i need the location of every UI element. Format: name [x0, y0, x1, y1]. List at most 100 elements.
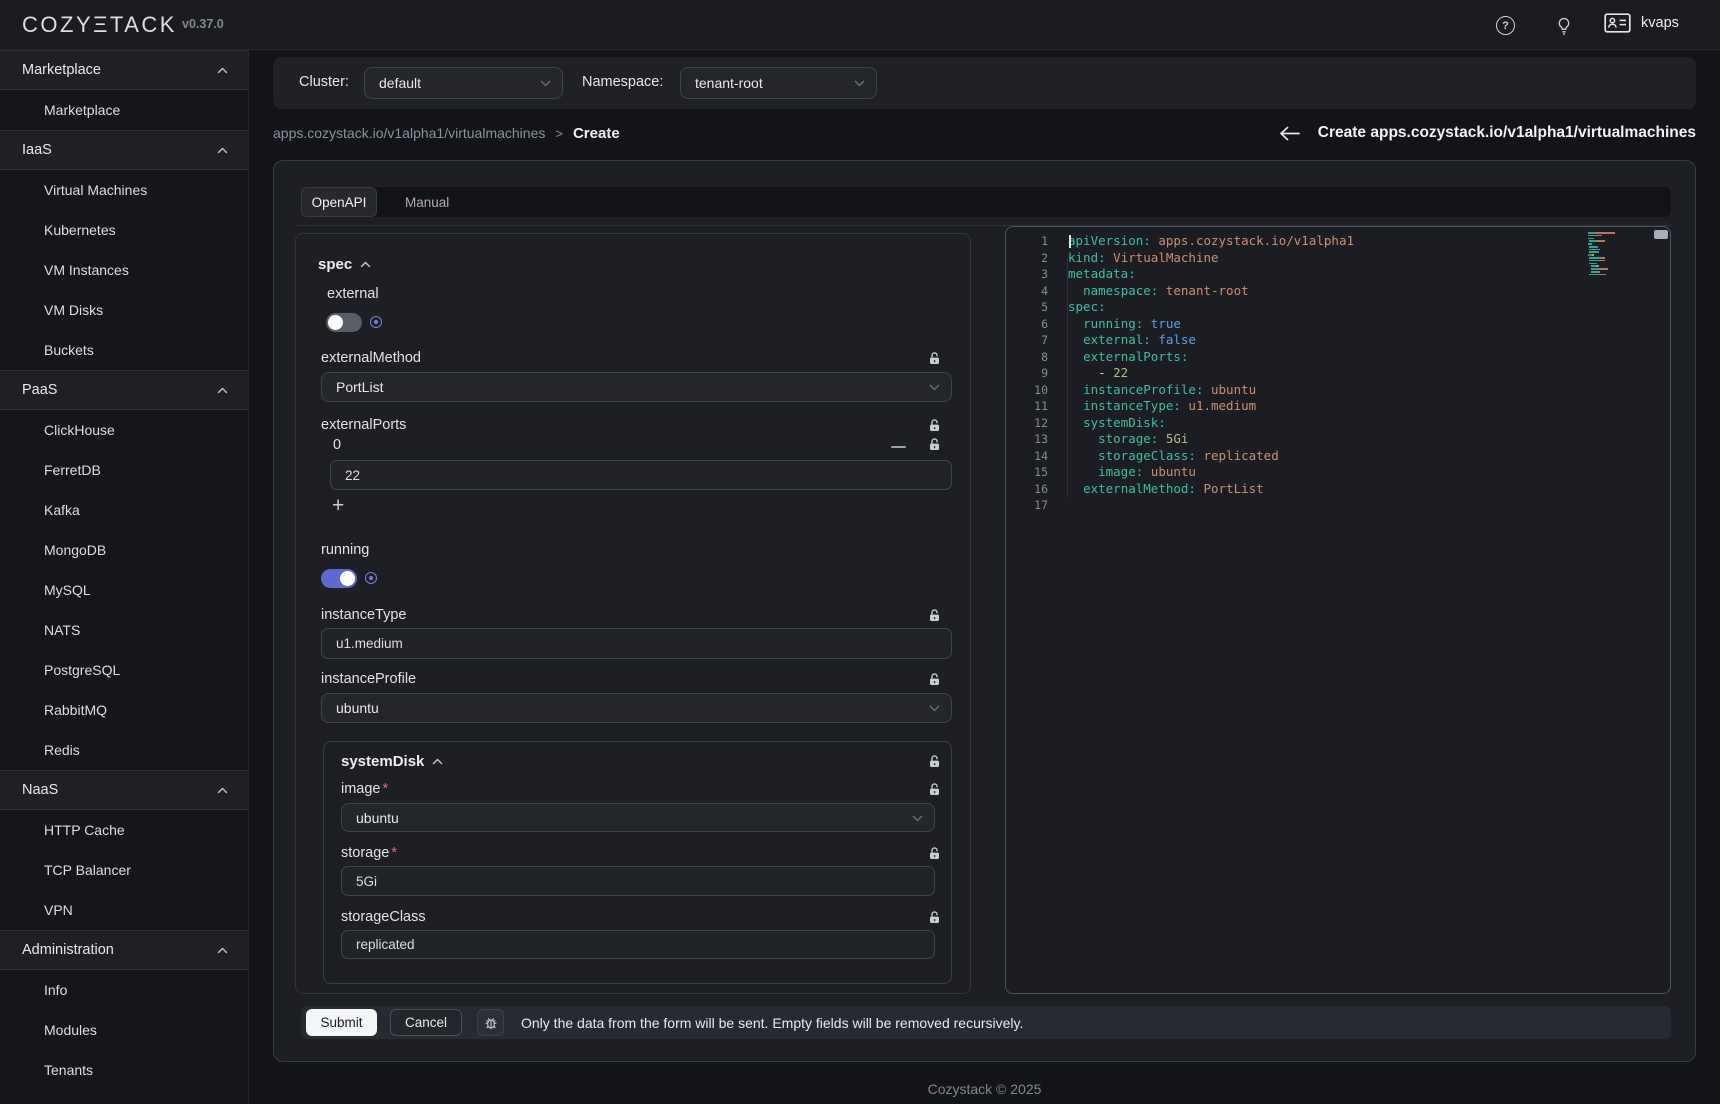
code-line[interactable]: 14 storageClass: replicated: [1006, 448, 1670, 465]
sidebar-section-marketplace[interactable]: Marketplace: [0, 50, 248, 90]
external-toggle[interactable]: [326, 313, 362, 332]
unlock-icon[interactable]: [928, 352, 941, 365]
code-line[interactable]: 3metadata:: [1006, 266, 1670, 283]
code-line[interactable]: 6 running: true: [1006, 316, 1670, 333]
user-menu[interactable]: kvaps: [1604, 13, 1679, 33]
sidebar-item-virtual-machines[interactable]: Virtual Machines: [0, 170, 248, 210]
sidebar-item-postgresql[interactable]: PostgreSQL: [0, 650, 248, 690]
systemDisk-section-toggle[interactable]: systemDisk: [341, 753, 928, 770]
line-number: 2: [1006, 250, 1048, 267]
sidebar-item-kubernetes[interactable]: Kubernetes: [0, 210, 248, 250]
code-line[interactable]: 2kind: VirtualMachine: [1006, 250, 1670, 267]
chevron-up-icon: [217, 387, 228, 394]
code-line[interactable]: 17: [1006, 497, 1670, 514]
tab-openapi[interactable]: OpenAPI: [301, 187, 377, 217]
code-line[interactable]: 11 instanceType: u1.medium: [1006, 398, 1670, 415]
sidebar-item-ferretdb[interactable]: FerretDB: [0, 450, 248, 490]
cancel-button[interactable]: Cancel: [390, 1009, 462, 1036]
default-indicator-icon[interactable]: [370, 316, 382, 328]
sidebar-item-vpn[interactable]: VPN: [0, 890, 248, 930]
version-badge: v0.37.0: [182, 17, 224, 31]
sidebar-item-vm-instances[interactable]: VM Instances: [0, 250, 248, 290]
storage-input[interactable]: [341, 866, 935, 896]
unlock-icon[interactable]: [928, 847, 941, 860]
code-line[interactable]: 13 storage: 5Gi: [1006, 431, 1670, 448]
code-line[interactable]: 16 externalMethod: PortList: [1006, 481, 1670, 498]
unlock-icon[interactable]: [928, 783, 941, 796]
yaml-editor[interactable]: 1apiVersion: apps.cozystack.io/v1alpha12…: [1005, 226, 1671, 994]
breadcrumb-path-link[interactable]: apps.cozystack.io/v1alpha1/virtualmachin…: [273, 125, 545, 141]
code-line[interactable]: 4 namespace: tenant-root: [1006, 283, 1670, 300]
line-number: 13: [1006, 431, 1048, 448]
minimap[interactable]: [1588, 232, 1640, 279]
sidebar-item-mongodb[interactable]: MongoDB: [0, 530, 248, 570]
storageClass-input[interactable]: [341, 930, 935, 959]
image-select[interactable]: ubuntu: [341, 803, 935, 832]
sidebar-item-mysql[interactable]: MySQL: [0, 570, 248, 610]
sidebar-section-paas[interactable]: PaaS: [0, 370, 248, 410]
chevron-up-icon: [217, 67, 228, 74]
sidebar-item-marketplace[interactable]: Marketplace: [0, 90, 248, 130]
unlock-icon[interactable]: [928, 673, 941, 686]
unlock-icon[interactable]: [928, 609, 941, 622]
line-number: 7: [1006, 332, 1048, 349]
cluster-select[interactable]: default: [364, 67, 563, 99]
debug-button[interactable]: [477, 1009, 504, 1036]
externalMethod-select[interactable]: PortList: [321, 372, 952, 402]
submit-button[interactable]: Submit: [306, 1009, 377, 1036]
page-title-text: Create apps.cozystack.io/v1alpha1/virtua…: [1318, 124, 1696, 142]
line-number: 12: [1006, 415, 1048, 432]
code-line[interactable]: 7 external: false: [1006, 332, 1670, 349]
remove-port-button[interactable]: [891, 439, 906, 455]
unlock-icon[interactable]: [928, 755, 941, 768]
sidebar-item-rabbitmq[interactable]: RabbitMQ: [0, 690, 248, 730]
sidebar-item-kafka[interactable]: Kafka: [0, 490, 248, 530]
create-panel: OpenAPI Manual spec external externalMet…: [273, 160, 1696, 1062]
cluster-label: Cluster:: [299, 74, 349, 90]
code-line[interactable]: 8 externalPorts:: [1006, 349, 1670, 366]
sidebar-item-clickhouse[interactable]: ClickHouse: [0, 410, 248, 450]
unlock-icon[interactable]: [928, 911, 941, 924]
help-icon[interactable]: ?: [1496, 16, 1515, 35]
sidebar-section-naas[interactable]: NaaS: [0, 770, 248, 810]
unlock-icon[interactable]: [928, 419, 941, 432]
instanceProfile-select[interactable]: ubuntu: [321, 693, 952, 723]
sidebar-section-iaas[interactable]: IaaS: [0, 130, 248, 170]
id-card-icon: [1604, 13, 1631, 33]
sidebar-item-modules[interactable]: Modules: [0, 1010, 248, 1050]
default-indicator-icon[interactable]: [365, 572, 377, 584]
sidebar-item-tcp-balancer[interactable]: TCP Balancer: [0, 850, 248, 890]
sidebar-item-info[interactable]: Info: [0, 970, 248, 1010]
sidebar-item-buckets[interactable]: Buckets: [0, 330, 248, 370]
debug-icon: [483, 1015, 499, 1031]
externalPorts-item-input[interactable]: [330, 460, 952, 490]
namespace-select[interactable]: tenant-root: [680, 67, 877, 99]
breadcrumb: apps.cozystack.io/v1alpha1/virtualmachin…: [273, 120, 620, 146]
chevron-down-icon: [854, 80, 865, 87]
sidebar-item-tenants[interactable]: Tenants: [0, 1050, 248, 1090]
code-line[interactable]: 15 image: ubuntu: [1006, 464, 1670, 481]
sidebar-item-vm-disks[interactable]: VM Disks: [0, 290, 248, 330]
add-port-button[interactable]: +: [332, 496, 344, 516]
scrollbar-thumb[interactable]: [1654, 230, 1668, 239]
lightbulb-icon[interactable]: [1554, 16, 1574, 36]
openapi-form: spec external externalMethod PortList ex…: [295, 233, 971, 994]
code-line[interactable]: 5spec:: [1006, 299, 1670, 316]
sidebar-section-administration[interactable]: Administration: [0, 930, 248, 970]
code-line[interactable]: 12 systemDisk:: [1006, 415, 1670, 432]
unlock-icon[interactable]: [928, 438, 941, 451]
instanceType-input[interactable]: [321, 628, 952, 659]
back-arrow-icon[interactable]: [1279, 126, 1300, 141]
code-line[interactable]: 1apiVersion: apps.cozystack.io/v1alpha1: [1006, 233, 1670, 250]
code-line[interactable]: 10 instanceProfile: ubuntu: [1006, 382, 1670, 399]
chevron-up-icon: [360, 261, 371, 268]
running-toggle[interactable]: [321, 569, 357, 588]
sidebar-item-http-cache[interactable]: HTTP Cache: [0, 810, 248, 850]
sidebar-item-redis[interactable]: Redis: [0, 730, 248, 770]
code-line[interactable]: 9 - 22: [1006, 365, 1670, 382]
tab-manual[interactable]: Manual: [393, 187, 461, 217]
line-number: 16: [1006, 481, 1048, 498]
sidebar-item-nats[interactable]: NATS: [0, 610, 248, 650]
externalPorts-index-label: 0: [333, 437, 341, 453]
spec-section-toggle[interactable]: spec: [318, 256, 371, 273]
